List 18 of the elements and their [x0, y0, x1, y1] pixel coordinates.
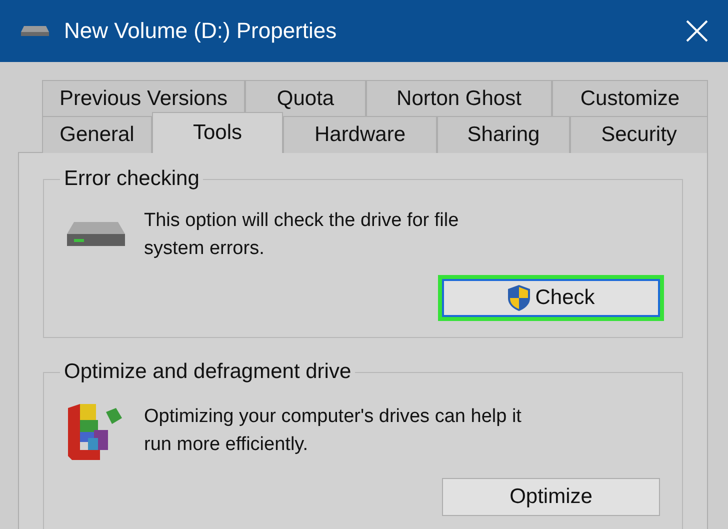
description-text: This option will check the drive for file system errors. — [144, 209, 460, 261]
tab[interactable]: Quota — [245, 80, 366, 116]
tab[interactable]: Tools — [152, 112, 283, 153]
close-icon[interactable] — [686, 20, 708, 42]
window-title: New Volume (D:) Properties — [64, 18, 338, 44]
group-title: Error checking — [63, 167, 200, 191]
tab[interactable]: General — [42, 116, 152, 153]
tab[interactable]: Previous Versions — [42, 80, 245, 116]
shield-icon — [507, 284, 532, 312]
tab[interactable]: Security — [570, 116, 708, 153]
optimize-button[interactable]: Optimize — [442, 478, 660, 516]
tab[interactable]: Customize — [552, 80, 708, 116]
drive-icon — [20, 24, 50, 38]
group-title: Optimize and defragment drive — [63, 360, 352, 384]
tab[interactable]: Sharing — [437, 116, 570, 153]
tab[interactable]: Hardware — [283, 116, 437, 153]
description-text: Optimizing your computer's drives can help it run more efficiently. — [144, 405, 522, 457]
tab[interactable]: Norton Ghost — [366, 80, 552, 116]
